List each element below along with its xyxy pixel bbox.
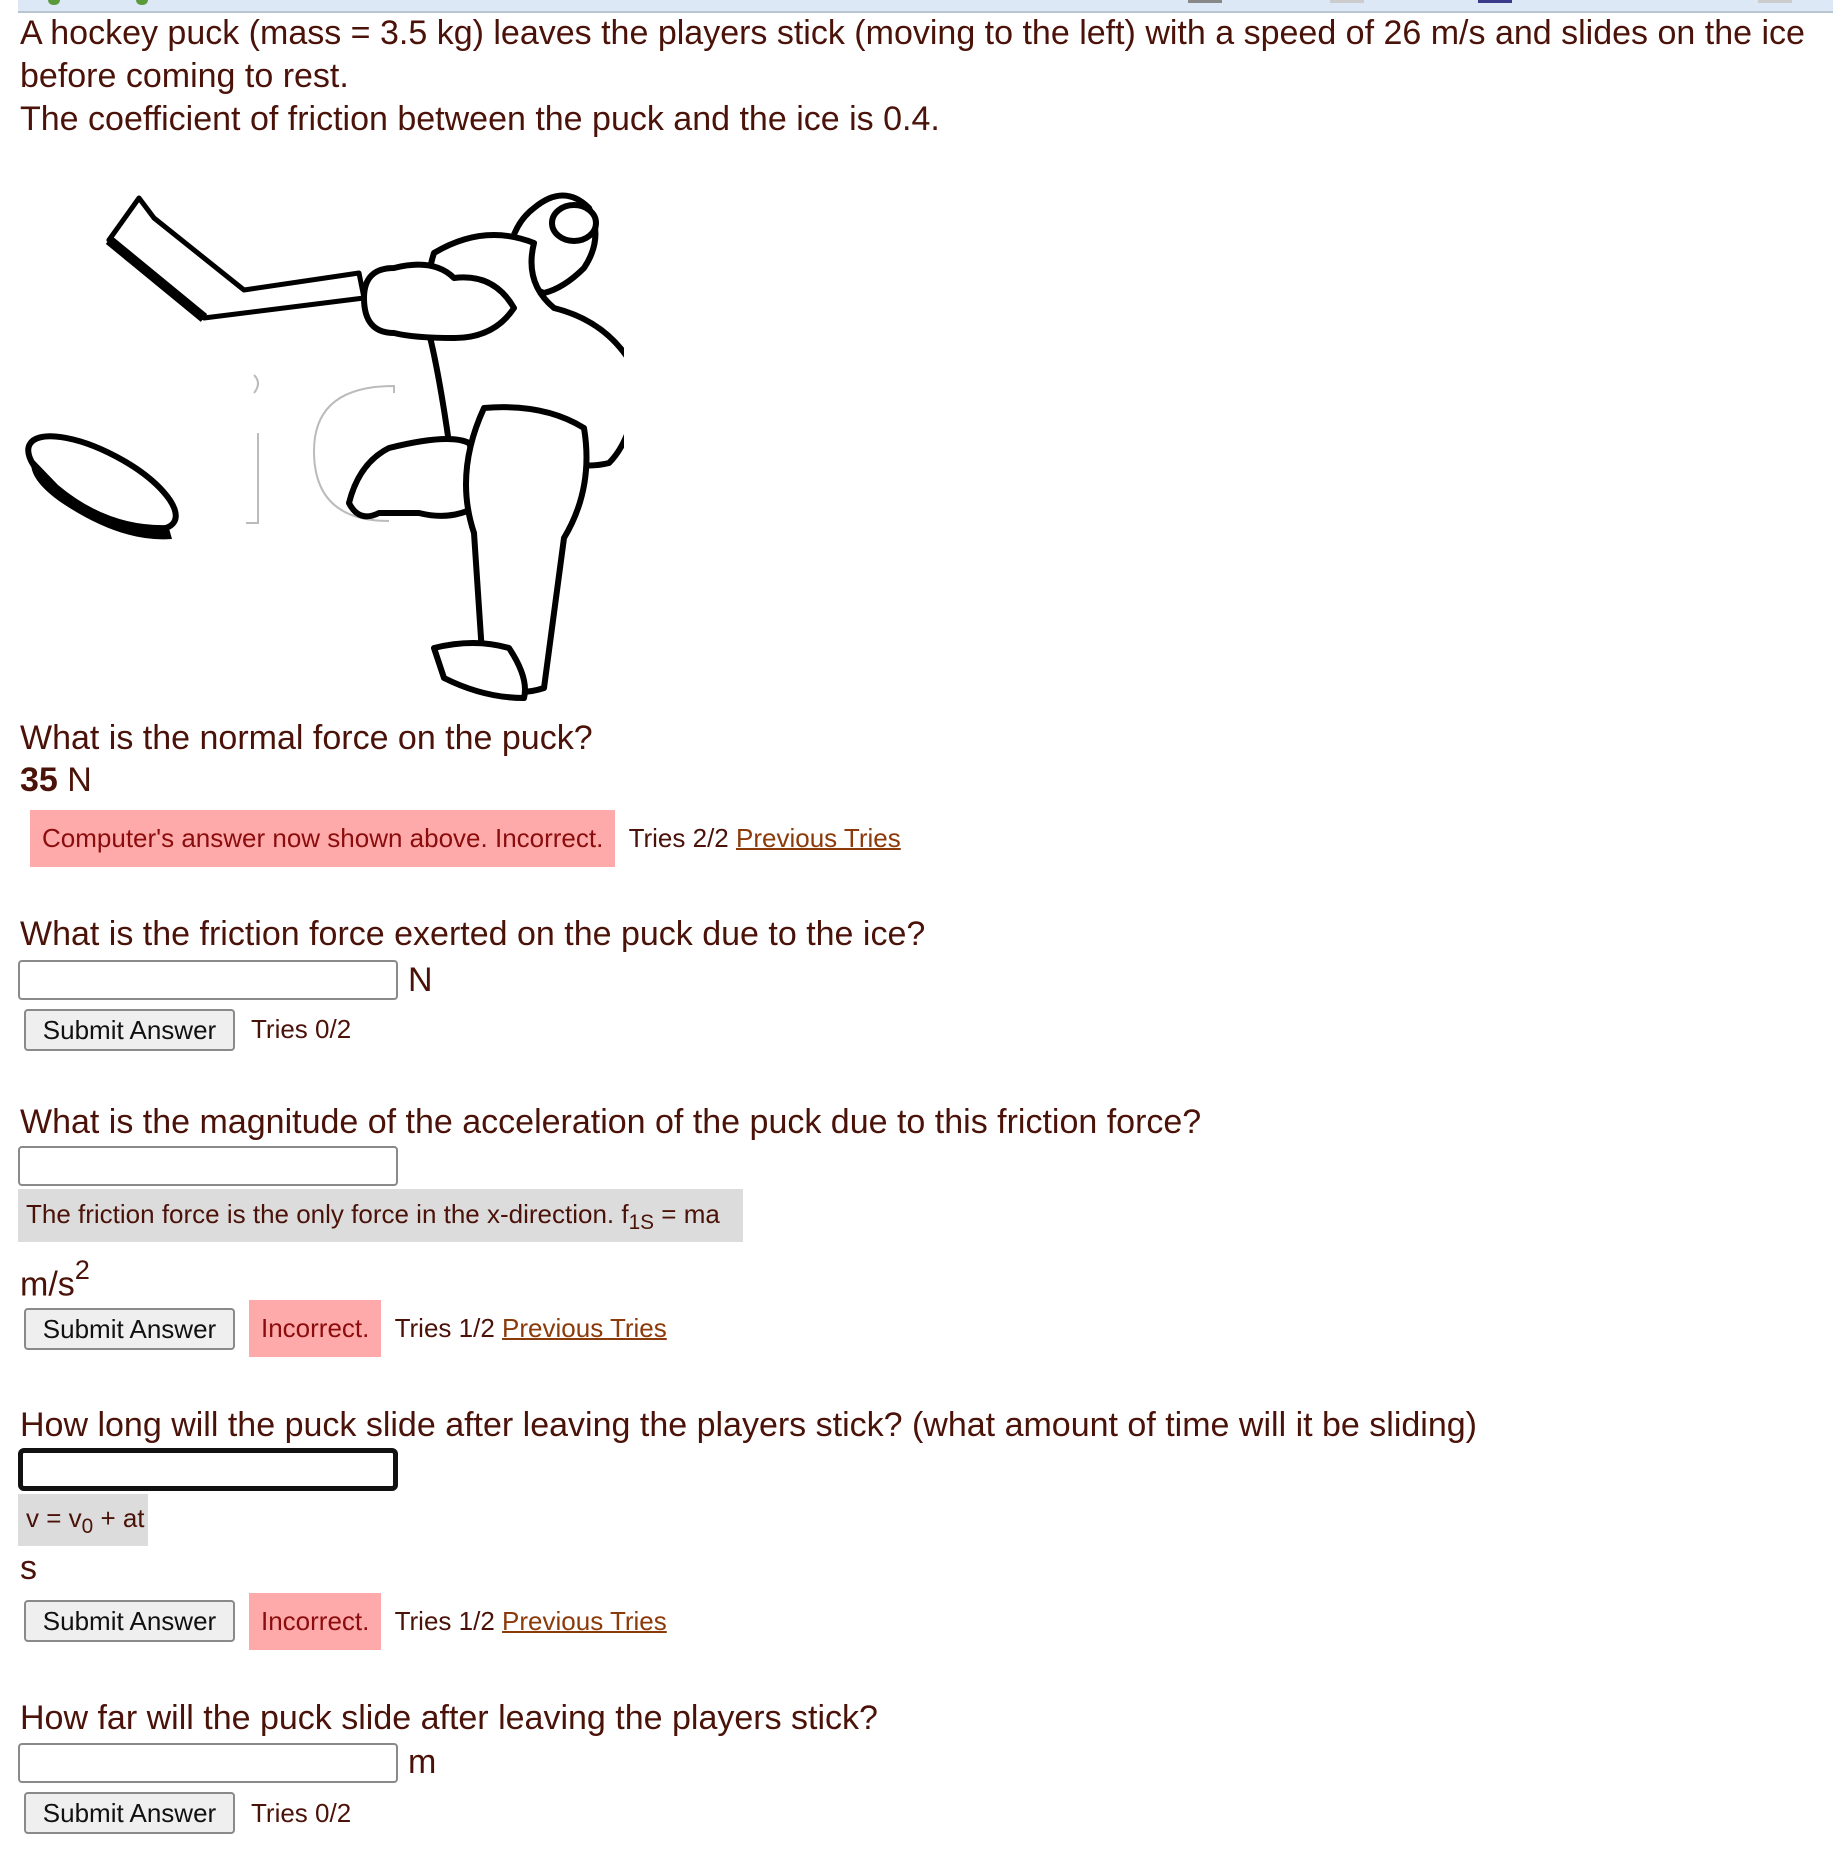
question-4-status: Incorrect. Tries 1/2 Previous Tries	[249, 1593, 667, 1650]
tries-count: Tries 0/2	[251, 1014, 352, 1044]
question-3-prompt: What is the magnitude of the acceleratio…	[20, 1103, 1202, 1141]
question-5-prompt: How far will the puck slide after leavin…	[20, 1699, 878, 1737]
unit-base: m/s	[20, 1265, 75, 1304]
toolbar-icon[interactable]	[136, 0, 148, 5]
previous-tries-link[interactable]: Previous Tries	[502, 1313, 667, 1343]
toolbar-icon[interactable]	[1758, 0, 1792, 3]
question-3-unit: m/s2	[20, 1250, 90, 1304]
toolbar-icon[interactable]	[48, 0, 60, 5]
acceleration-input[interactable]	[18, 1146, 398, 1186]
slide-distance-input[interactable]	[18, 1743, 398, 1783]
submit-answer-button[interactable]: Submit Answer	[24, 1600, 235, 1642]
tries-count: Tries 0/2	[251, 1798, 352, 1828]
submit-answer-button[interactable]: Submit Answer	[24, 1308, 235, 1350]
toolbar-icon[interactable]	[1188, 0, 1222, 3]
puck-icon	[25, 433, 179, 540]
question-1-answer-value: 35	[20, 761, 58, 799]
hockey-player-figure	[14, 178, 642, 718]
tries-count: Tries 1/2	[394, 1606, 495, 1636]
question-1-computer-answer: 35 N	[20, 760, 92, 800]
toolbar-icon[interactable]	[1478, 0, 1512, 3]
friction-force-input[interactable]	[18, 960, 398, 1000]
hint-text-tail: = ma	[654, 1199, 720, 1229]
hint-text: v = v	[26, 1503, 82, 1533]
hint-box: v = v0 + at	[18, 1494, 148, 1546]
incorrect-badge: Computer's answer now shown above. Incor…	[30, 810, 616, 867]
problem-statement: A hockey puck (mass = 3.5 kg) leaves the…	[20, 12, 1820, 141]
unit-exponent: 2	[74, 1254, 90, 1285]
toolbar-icon[interactable]	[1330, 0, 1364, 3]
question-1-status: Computer's answer now shown above. Incor…	[30, 810, 901, 867]
problem-text: A hockey puck (mass = 3.5 kg) leaves the…	[20, 14, 1805, 95]
hint-text: The friction force is the only force in …	[26, 1199, 629, 1229]
previous-tries-link[interactable]: Previous Tries	[502, 1606, 667, 1636]
player-icon	[346, 192, 642, 701]
previous-tries-link[interactable]: Previous Tries	[736, 823, 901, 853]
tries-count: Tries 1/2	[394, 1313, 495, 1343]
problem-friction-coefficient: The coefficient of friction between the …	[20, 100, 940, 138]
hint-subscript: 0	[81, 1515, 94, 1539]
hint-box: The friction force is the only force in …	[18, 1189, 743, 1242]
hint-subscript: 1S	[628, 1211, 655, 1235]
submit-answer-button[interactable]: Submit Answer	[24, 1009, 235, 1051]
question-4-unit: s	[20, 1549, 37, 1587]
question-5-unit: m	[408, 1743, 437, 1781]
question-4-prompt: How long will the puck slide after leavi…	[20, 1406, 1477, 1444]
hint-text-tail: + at	[93, 1503, 145, 1533]
hockey-player-illustration	[25, 192, 642, 701]
question-1-unit: N	[67, 761, 92, 799]
incorrect-badge: Incorrect.	[249, 1300, 382, 1357]
tries-count: Tries 2/2	[628, 823, 729, 853]
hockey-stick-icon	[105, 195, 367, 322]
incorrect-badge: Incorrect.	[249, 1593, 382, 1650]
question-2-unit: N	[408, 961, 433, 999]
question-1-prompt: What is the normal force on the puck?	[20, 719, 593, 757]
slide-time-input[interactable]	[18, 1448, 398, 1491]
question-2-prompt: What is the friction force exerted on th…	[20, 915, 926, 953]
submit-answer-button[interactable]: Submit Answer	[24, 1792, 235, 1834]
question-3-status: Incorrect. Tries 1/2 Previous Tries	[249, 1300, 667, 1357]
